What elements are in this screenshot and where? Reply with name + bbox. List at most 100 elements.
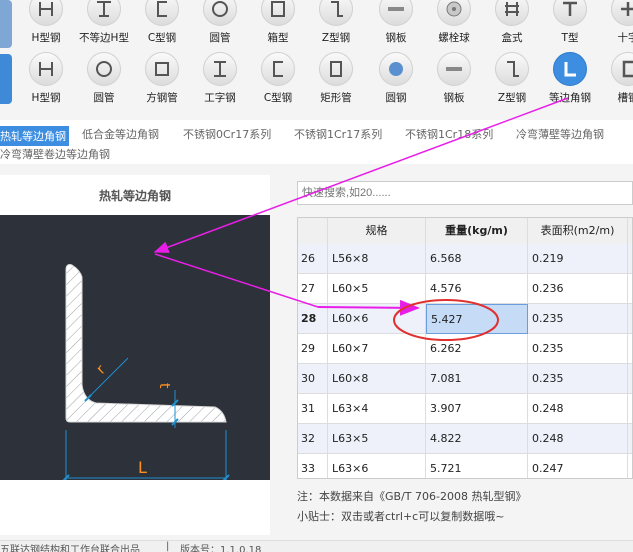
row-index: 32	[298, 424, 328, 454]
cell-more[interactable]: 7	[628, 334, 632, 364]
z-section-icon	[319, 0, 353, 26]
icon-row-2-label-3: 工字钢	[204, 92, 236, 104]
icon-row-2-label-0: H型钢	[31, 92, 61, 104]
cell-area[interactable]: 0.235	[528, 304, 628, 334]
table-row[interactable]: 29L60×76.2620.2357	[298, 334, 632, 364]
cell-area[interactable]: 0.236	[528, 274, 628, 304]
round-tube-icon	[87, 52, 121, 86]
icon-row-1-button-6[interactable]: 钢板	[366, 0, 426, 45]
label-L: L	[138, 458, 147, 477]
cell-weight[interactable]: 7.081	[426, 364, 528, 394]
row-index: 27	[298, 274, 328, 304]
tab-stainless-1cr18[interactable]: 不锈钢1Cr18系列	[405, 126, 493, 142]
icon-row-2-button-4[interactable]: C型钢	[248, 52, 308, 105]
table-row[interactable]: 31L63×43.9070.248(	[298, 394, 632, 424]
tab-hot-rolled-equal-angle[interactable]: 热轧等边角钢	[0, 126, 69, 146]
table-row[interactable]: 30L60×87.0810.2358	[298, 364, 632, 394]
column-header-spec[interactable]: 规格	[328, 218, 426, 244]
icon-row-1-button-3[interactable]: 圆管	[190, 0, 250, 45]
cell-spec[interactable]: L63×6	[328, 454, 426, 478]
icon-row-1-button-0[interactable]: H型钢	[16, 0, 76, 45]
icon-toolbar-row-2: H型钢 圆管 方钢管 工字钢 C型钢 矩形管 圆钢 钢板 Z型钢 等边角钢 槽钢	[0, 52, 633, 110]
icon-row-1-button-9[interactable]: T型	[540, 0, 600, 45]
cell-weight[interactable]: 5.427	[426, 304, 528, 334]
cell-more[interactable]: 6	[628, 304, 632, 334]
cell-area[interactable]: 0.247	[528, 454, 628, 478]
icon-row-2-button-10[interactable]: 槽钢	[598, 52, 633, 105]
icon-row-2-label-2: 方钢管	[146, 92, 178, 104]
icon-toolbar-row-1: H型钢 不等边H型 C型钢 圆管 箱型 Z型钢 钢板 螺栓球 盒式 T型 十字	[0, 0, 633, 58]
table-row[interactable]: 26 L56×8 6.568 0.219	[298, 244, 632, 274]
tab-low-alloy-equal-angle[interactable]: 低合金等边角钢	[82, 126, 159, 142]
icon-row-1-button-4[interactable]: 箱型	[248, 0, 308, 45]
icon-row-1-label-0: H型钢	[31, 32, 61, 44]
tab-cold-formed-lipped-angle[interactable]: 冷弯薄壁卷边等边角钢	[0, 146, 110, 162]
icon-row-2-label-7: 钢板	[443, 92, 465, 104]
icon-row-1-button-2[interactable]: C型钢	[132, 0, 192, 45]
cell-weight[interactable]: 3.907	[426, 394, 528, 424]
column-header-weight[interactable]: 重量(kg/m)	[426, 218, 528, 244]
cell-spec[interactable]: L63×5	[328, 424, 426, 454]
icon-row-2-button-8[interactable]: Z型钢	[482, 52, 542, 105]
icon-row-2-button-2[interactable]: 方钢管	[132, 52, 192, 105]
icon-row-2-label-8: Z型钢	[497, 92, 527, 104]
icon-row-2-button-0[interactable]: H型钢	[16, 52, 76, 105]
icon-row-2-button-7[interactable]: 钢板	[424, 52, 484, 105]
icon-row-1-label-10: 十字	[617, 32, 633, 44]
icon-row-1-button-10[interactable]: 十字	[598, 0, 633, 45]
h-beam-icon	[29, 0, 63, 26]
cell-area[interactable]: 0.219	[528, 244, 628, 274]
icon-row-2-button-3[interactable]: 工字钢	[190, 52, 250, 105]
cell-spec[interactable]: L56×8	[328, 244, 426, 274]
cell-spec[interactable]: L60×5	[328, 274, 426, 304]
column-header-area[interactable]: 表面积(m2/m)	[528, 218, 628, 244]
icon-row-1-button-8[interactable]: 盒式	[482, 0, 542, 45]
table-row[interactable]: 32L63×54.8220.248(	[298, 424, 632, 454]
cell-more[interactable]	[628, 244, 632, 274]
round-bar-icon	[379, 52, 413, 86]
cell-weight[interactable]: 4.822	[426, 424, 528, 454]
h-beam-icon	[29, 52, 63, 86]
table-row[interactable]: 28L60×65.4270.2356	[298, 304, 632, 334]
cell-more[interactable]: (	[628, 394, 632, 424]
icon-row-2-label-6: 圆钢	[385, 92, 407, 104]
cell-more[interactable]: (	[628, 274, 632, 304]
icon-row-2-button-5[interactable]: 矩形管	[306, 52, 366, 105]
cell-more[interactable]: 8	[628, 364, 632, 394]
icon-row-2-button-6[interactable]: 圆钢	[366, 52, 426, 105]
icon-row-2-button-1[interactable]: 圆管	[74, 52, 134, 105]
icon-row-1-button-1[interactable]: 不等边H型	[74, 0, 134, 45]
i-beam-icon	[203, 52, 237, 86]
icon-row-2-button-9[interactable]: 等边角钢	[540, 52, 600, 105]
status-separator: |	[166, 541, 170, 552]
table-row[interactable]: 33 L63×6 5.721 0.247	[298, 454, 632, 478]
c-channel-icon	[261, 52, 295, 86]
icon-row-1-button-7[interactable]: 螺栓球	[424, 0, 484, 45]
cell-spec[interactable]: L63×4	[328, 394, 426, 424]
cell-spec[interactable]: L60×6	[328, 304, 426, 334]
icon-row-1-button-5[interactable]: Z型钢	[306, 0, 366, 45]
tab-stainless-0cr17[interactable]: 不锈钢0Cr17系列	[183, 126, 271, 142]
table-row[interactable]: 27L60×54.5760.236(	[298, 274, 632, 304]
cell-weight[interactable]: 6.568	[426, 244, 528, 274]
cell-weight[interactable]: 5.721	[426, 454, 528, 478]
icon-row-2-label-9: 等边角钢	[549, 92, 591, 104]
cell-area[interactable]: 0.248	[528, 424, 628, 454]
cell-area[interactable]: 0.248	[528, 394, 628, 424]
cell-spec[interactable]: L60×7	[328, 334, 426, 364]
icon-row-1-label-9: T型	[561, 32, 579, 44]
tab-stainless-1cr17[interactable]: 不锈钢1Cr17系列	[294, 126, 382, 142]
data-source-note: 注：本数据来自《GB/T 706-2008 热轧型钢》	[297, 490, 527, 503]
cell-spec[interactable]: L60×8	[328, 364, 426, 394]
cell-area[interactable]: 0.235	[528, 334, 628, 364]
search-input[interactable]	[297, 181, 633, 205]
cell-area[interactable]: 0.235	[528, 364, 628, 394]
tab-cold-formed-equal-angle[interactable]: 冷弯薄壁等边角钢	[516, 126, 604, 142]
cell-weight[interactable]: 6.262	[426, 334, 528, 364]
cell-more[interactable]: (	[628, 424, 632, 454]
t-beam-icon	[87, 0, 121, 26]
cell-weight[interactable]: 4.576	[426, 274, 528, 304]
icon-row-1-label-7: 螺栓球	[438, 32, 470, 44]
cell-more[interactable]	[628, 454, 632, 478]
box-type-icon	[495, 0, 529, 26]
